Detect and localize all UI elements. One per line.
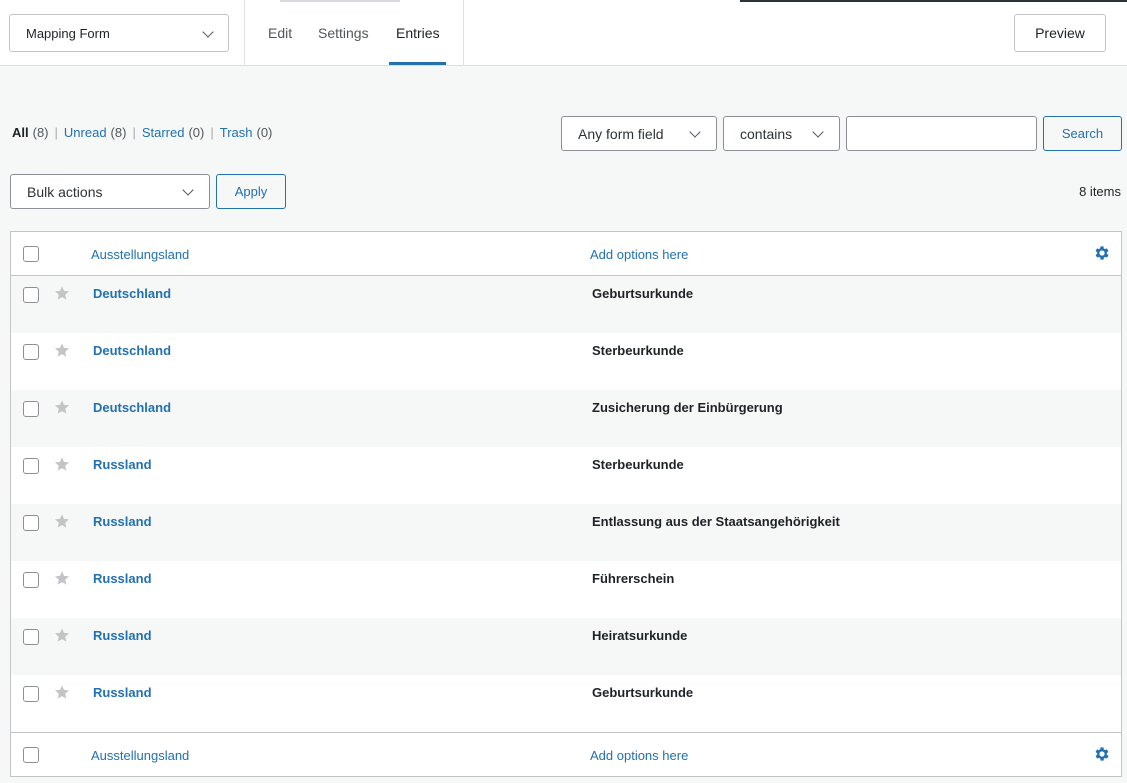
entry-country-link[interactable]: Deutschland [93,286,171,301]
view-starred[interactable]: Starred [142,125,185,140]
field-filter-select[interactable]: Any form field [561,116,717,151]
entry-country-link[interactable]: Russland [93,457,152,472]
row-checkbox[interactable] [23,401,39,417]
entry-country-link[interactable]: Deutschland [93,343,171,358]
entry-document: Führerschein [592,571,675,586]
star-icon[interactable] [54,627,70,643]
search-button-label: Search [1061,126,1104,141]
star-icon[interactable] [54,570,70,586]
table-footer: Ausstellungsland Add options here [11,732,1121,776]
tab-edit[interactable]: Edit [268,0,292,66]
view-trash[interactable]: Trash [220,125,253,140]
entry-country-link[interactable]: Russland [93,571,152,586]
chevron-down-icon [812,126,824,138]
view-trash-count: (0) [256,125,273,140]
search-input[interactable] [846,116,1037,151]
tab-entries[interactable]: Entries [396,0,440,66]
search-button[interactable]: Search [1043,116,1122,151]
entry-document: Sterbeurkunde [592,457,684,472]
row-checkbox[interactable] [23,629,39,645]
entries-table: Ausstellungsland Add options here Deutsc… [10,231,1122,777]
items-count: 8 items [1079,184,1121,199]
apply-button-label: Apply [234,184,268,199]
entry-document: Sterbeurkunde [592,343,684,358]
chevron-down-icon [182,184,194,196]
form-selector-value: Mapping Form [26,25,110,41]
entry-country-link[interactable]: Russland [93,628,152,643]
row-checkbox[interactable] [23,686,39,702]
separator: | [132,125,136,140]
divider [463,0,464,66]
row-checkbox[interactable] [23,344,39,360]
table-row[interactable]: Deutschland Sterbeurkunde [11,333,1121,390]
column-footer-options[interactable]: Add options here [590,733,688,777]
entry-document: Geburtsurkunde [592,685,694,700]
preview-button[interactable]: Preview [1014,14,1106,52]
entry-country-link[interactable]: Deutschland [93,400,171,415]
row-checkbox[interactable] [23,515,39,531]
table-row[interactable]: Deutschland Zusicherung der Einbürgerung [11,390,1121,447]
operator-value: contains [740,125,793,142]
preview-button-label: Preview [1035,25,1085,41]
view-all-count: (8) [32,125,49,140]
divider [244,0,245,66]
column-footer-ausstellungsland[interactable]: Ausstellungsland [91,733,189,777]
gear-icon[interactable] [1093,244,1111,262]
star-icon[interactable] [54,513,70,529]
table-row[interactable]: Russland Entlassung aus der Staatsangehö… [11,504,1121,561]
view-unread[interactable]: Unread [64,125,107,140]
separator: | [210,125,214,140]
column-header-options[interactable]: Add options here [590,232,688,276]
tab-settings[interactable]: Settings [318,0,369,66]
tab-entries-label: Entries [396,25,440,41]
star-icon[interactable] [54,285,70,301]
operator-select[interactable]: contains [723,116,840,151]
select-all-checkbox[interactable] [23,246,39,262]
table-row[interactable]: Russland Geburtsurkunde [11,675,1121,732]
star-icon[interactable] [54,342,70,358]
star-icon[interactable] [54,399,70,415]
entry-document: Heiratsurkunde [592,628,688,643]
view-starred-count: (0) [188,125,205,140]
separator: | [54,125,58,140]
apply-button[interactable]: Apply [216,174,286,209]
entry-document: Geburtsurkunde [592,286,694,301]
gear-icon[interactable] [1093,745,1111,763]
row-checkbox[interactable] [23,458,39,474]
entry-document: Entlassung aus der Staatsangehörigkeit [592,514,840,529]
row-checkbox[interactable] [23,287,39,303]
entry-country-link[interactable]: Russland [93,685,152,700]
table-row[interactable]: Russland Sterbeurkunde [11,447,1121,504]
bulk-actions-select[interactable]: Bulk actions [10,174,210,209]
table-row[interactable]: Russland Heiratsurkunde [11,618,1121,675]
select-all-checkbox-footer[interactable] [23,747,39,763]
column-header-ausstellungsland[interactable]: Ausstellungsland [91,232,189,276]
table-row[interactable]: Deutschland Geburtsurkunde [11,276,1121,333]
field-filter-value: Any form field [578,125,664,142]
view-unread-count: (8) [110,125,127,140]
star-icon[interactable] [54,684,70,700]
table-row[interactable]: Russland Führerschein [11,561,1121,618]
entry-document: Zusicherung der Einbürgerung [592,400,783,415]
tab-settings-label: Settings [318,25,369,41]
form-selector[interactable]: Mapping Form [9,14,229,52]
tab-edit-label: Edit [268,25,293,41]
top-accent-line [0,0,1127,2]
table-header: Ausstellungsland Add options here [11,232,1121,276]
chevron-down-icon [202,26,214,38]
active-tab-indicator [389,62,446,65]
entry-country-link[interactable]: Russland [93,514,152,529]
view-filters: All (8) | Unread (8) | Starred (0) | Tra… [12,125,272,140]
top-bar: Mapping Form Edit Settings Entries Previ… [0,0,1127,66]
row-checkbox[interactable] [23,572,39,588]
chevron-down-icon [689,126,701,138]
bulk-actions-value: Bulk actions [27,183,103,200]
star-icon[interactable] [54,456,70,472]
view-all[interactable]: All [12,125,29,140]
